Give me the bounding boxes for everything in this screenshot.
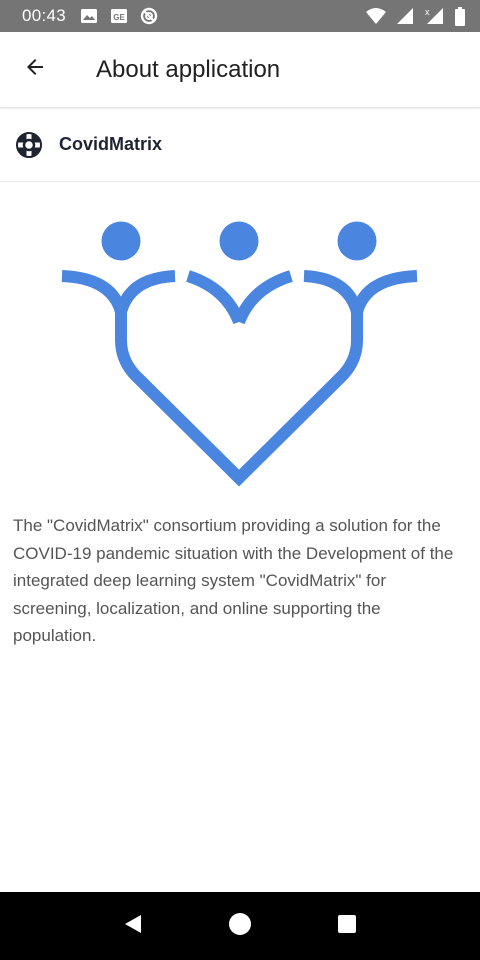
image-icon — [80, 7, 98, 25]
three-people-heart-logo — [61, 221, 418, 487]
arrow-left-icon — [23, 55, 47, 84]
covidmatrix-logo — [0, 210, 480, 500]
svg-text:x: x — [425, 7, 430, 17]
nav-back-button[interactable] — [113, 906, 153, 946]
sim-card-icon: GE — [110, 7, 128, 25]
page-title: About application — [96, 55, 281, 83]
blocked-icon — [140, 7, 158, 25]
battery-icon — [454, 7, 466, 26]
app-info-row: CovidMatrix — [0, 108, 480, 182]
back-triangle-icon — [122, 913, 144, 940]
wifi-icon — [365, 7, 387, 25]
signal-no-data-icon: x — [423, 7, 445, 25]
svg-text:GE: GE — [113, 13, 125, 22]
recents-square-icon — [337, 914, 357, 939]
navigation-bar — [0, 892, 480, 960]
signal-icon — [396, 7, 414, 25]
app-name: CovidMatrix — [59, 134, 163, 154]
app-bar: About application — [0, 32, 480, 108]
status-bar: 00:43 GE x — [0, 0, 480, 32]
nav-home-button[interactable] — [220, 906, 260, 946]
status-right-icons: x — [365, 7, 466, 26]
home-circle-icon — [228, 912, 252, 941]
lifebuoy-icon — [15, 131, 43, 159]
status-left-icons: GE — [80, 7, 158, 25]
app-description: The "CovidMatrix" consortium providing a… — [13, 516, 454, 645]
nav-recents-button[interactable] — [327, 906, 367, 946]
back-button[interactable] — [7, 42, 63, 98]
status-time: 00:43 — [22, 6, 67, 25]
